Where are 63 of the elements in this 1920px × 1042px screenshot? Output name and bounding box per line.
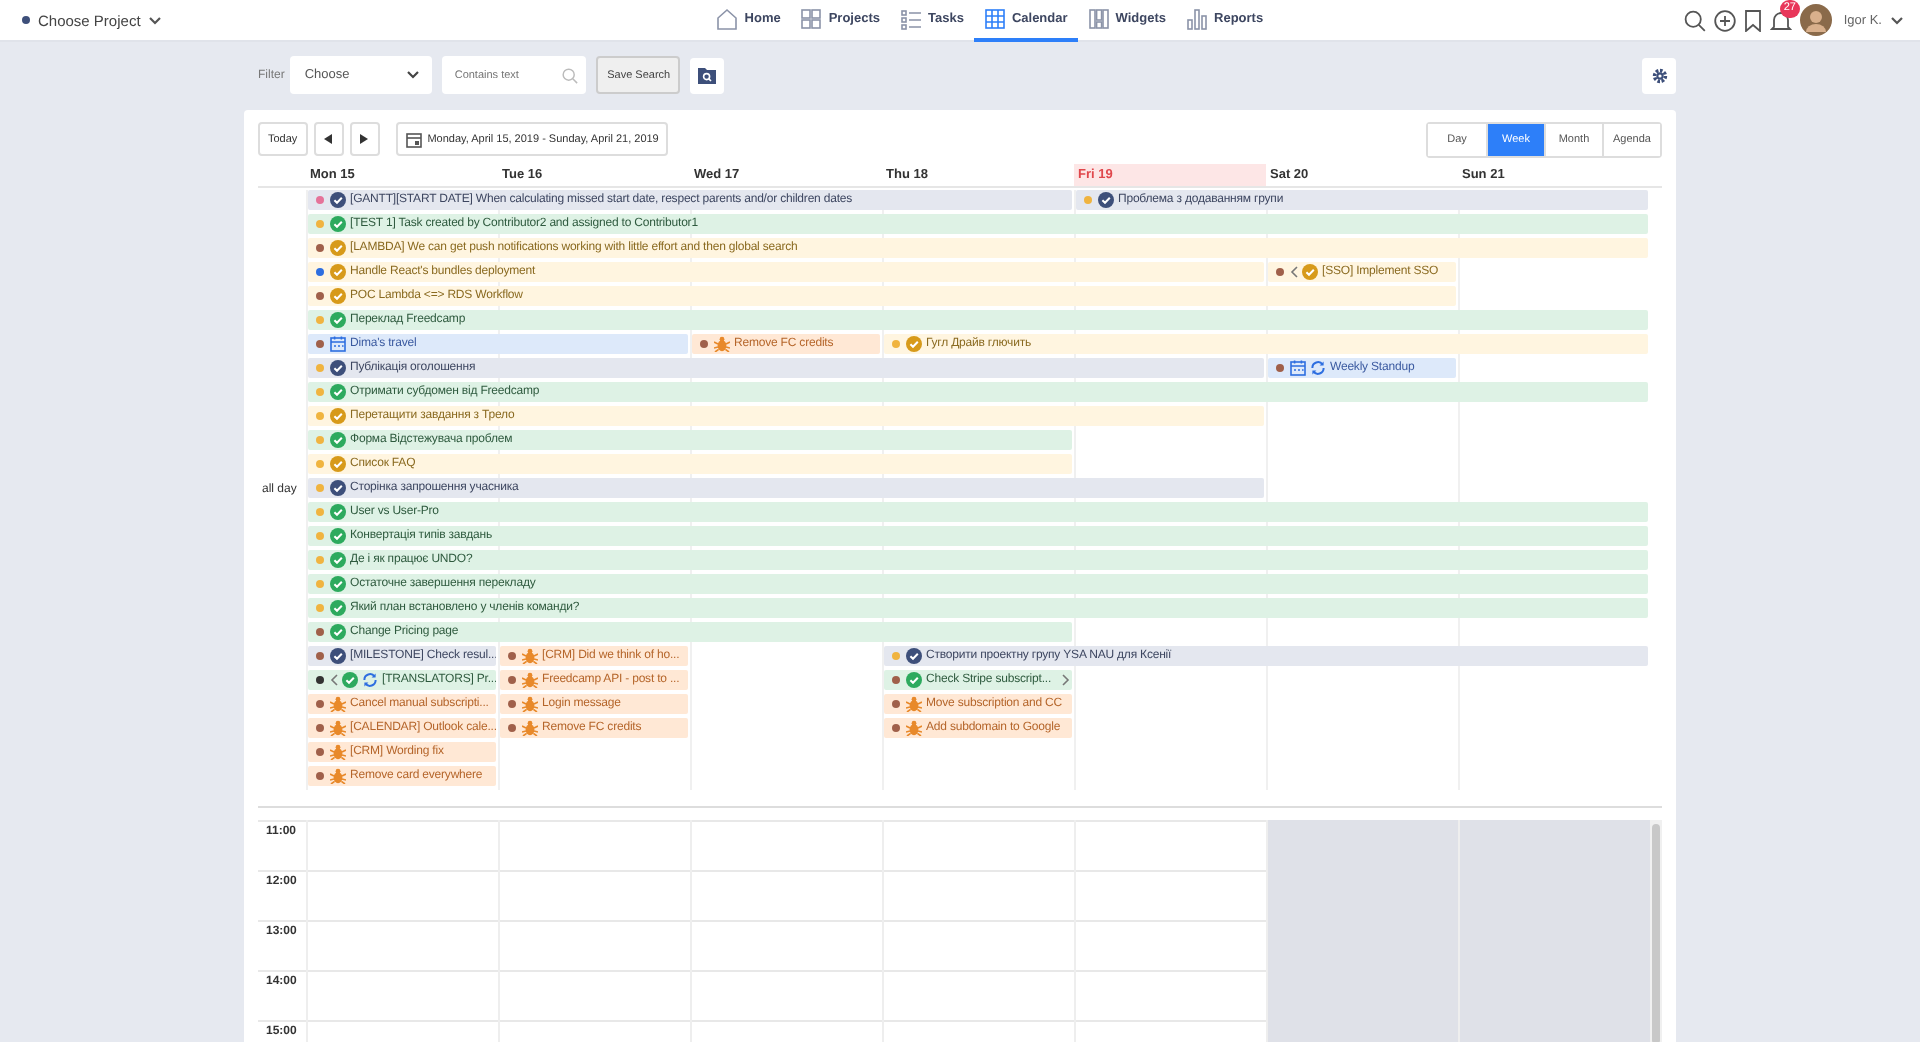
check-icon bbox=[330, 216, 346, 232]
avatar[interactable] bbox=[1799, 4, 1832, 36]
check-icon bbox=[906, 672, 922, 688]
check-icon bbox=[1302, 264, 1318, 280]
bug-icon bbox=[906, 720, 922, 736]
search-icon bbox=[562, 67, 579, 83]
check-icon bbox=[330, 480, 346, 496]
check-icon bbox=[1098, 192, 1114, 208]
bookmark-icon[interactable] bbox=[1743, 9, 1762, 31]
saved-searches-button[interactable] bbox=[690, 57, 725, 93]
bug-icon bbox=[906, 696, 922, 712]
add-icon[interactable] bbox=[1713, 9, 1736, 31]
bug-icon bbox=[522, 672, 538, 688]
calendar-icon bbox=[1290, 360, 1306, 376]
check-icon bbox=[330, 504, 346, 520]
check-icon bbox=[330, 192, 346, 208]
check-icon bbox=[330, 456, 346, 472]
calendar-icon bbox=[330, 336, 346, 352]
scrollbar[interactable] bbox=[1650, 820, 1662, 1042]
caret-icon bbox=[406, 70, 421, 80]
caret-icon[interactable] bbox=[1890, 15, 1904, 25]
check-icon bbox=[330, 576, 346, 592]
settings-button[interactable] bbox=[1642, 57, 1676, 93]
check-icon bbox=[330, 648, 346, 664]
check-icon bbox=[330, 288, 346, 304]
next-button[interactable] bbox=[349, 122, 380, 156]
bug-icon bbox=[330, 744, 346, 760]
bell-icon[interactable] bbox=[1769, 9, 1792, 31]
bug-icon bbox=[522, 648, 538, 664]
list-icon bbox=[900, 7, 922, 29]
check-icon bbox=[330, 264, 346, 280]
check-icon bbox=[330, 360, 346, 376]
check-icon bbox=[342, 672, 358, 688]
check-icon bbox=[330, 312, 346, 328]
check-icon bbox=[330, 384, 346, 400]
check-icon bbox=[906, 648, 922, 664]
bug-icon bbox=[330, 696, 346, 712]
check-icon bbox=[330, 240, 346, 256]
check-icon bbox=[330, 528, 346, 544]
check-icon bbox=[330, 624, 346, 640]
triangle-right-icon bbox=[360, 134, 369, 144]
triangle-left-icon bbox=[324, 134, 333, 144]
columns-icon bbox=[1087, 7, 1110, 29]
check-icon bbox=[906, 336, 922, 352]
calendar-icon bbox=[405, 131, 422, 147]
grid-icon bbox=[800, 7, 823, 29]
calendar-icon bbox=[983, 7, 1006, 29]
folder-search-icon bbox=[698, 66, 717, 84]
home-icon bbox=[716, 7, 739, 29]
bar-chart-icon bbox=[1186, 7, 1209, 29]
bug-icon bbox=[330, 720, 346, 736]
bug-icon bbox=[330, 768, 346, 784]
bug-icon bbox=[522, 720, 538, 736]
settings-icon bbox=[1651, 67, 1667, 83]
check-icon bbox=[330, 600, 346, 616]
check-icon bbox=[330, 432, 346, 448]
previous-button[interactable] bbox=[313, 122, 344, 156]
check-icon bbox=[330, 552, 346, 568]
bug-icon bbox=[522, 696, 538, 712]
bug-icon bbox=[714, 336, 730, 352]
check-icon bbox=[330, 408, 346, 424]
caret-icon bbox=[148, 15, 163, 25]
search-icon[interactable] bbox=[1683, 9, 1706, 31]
